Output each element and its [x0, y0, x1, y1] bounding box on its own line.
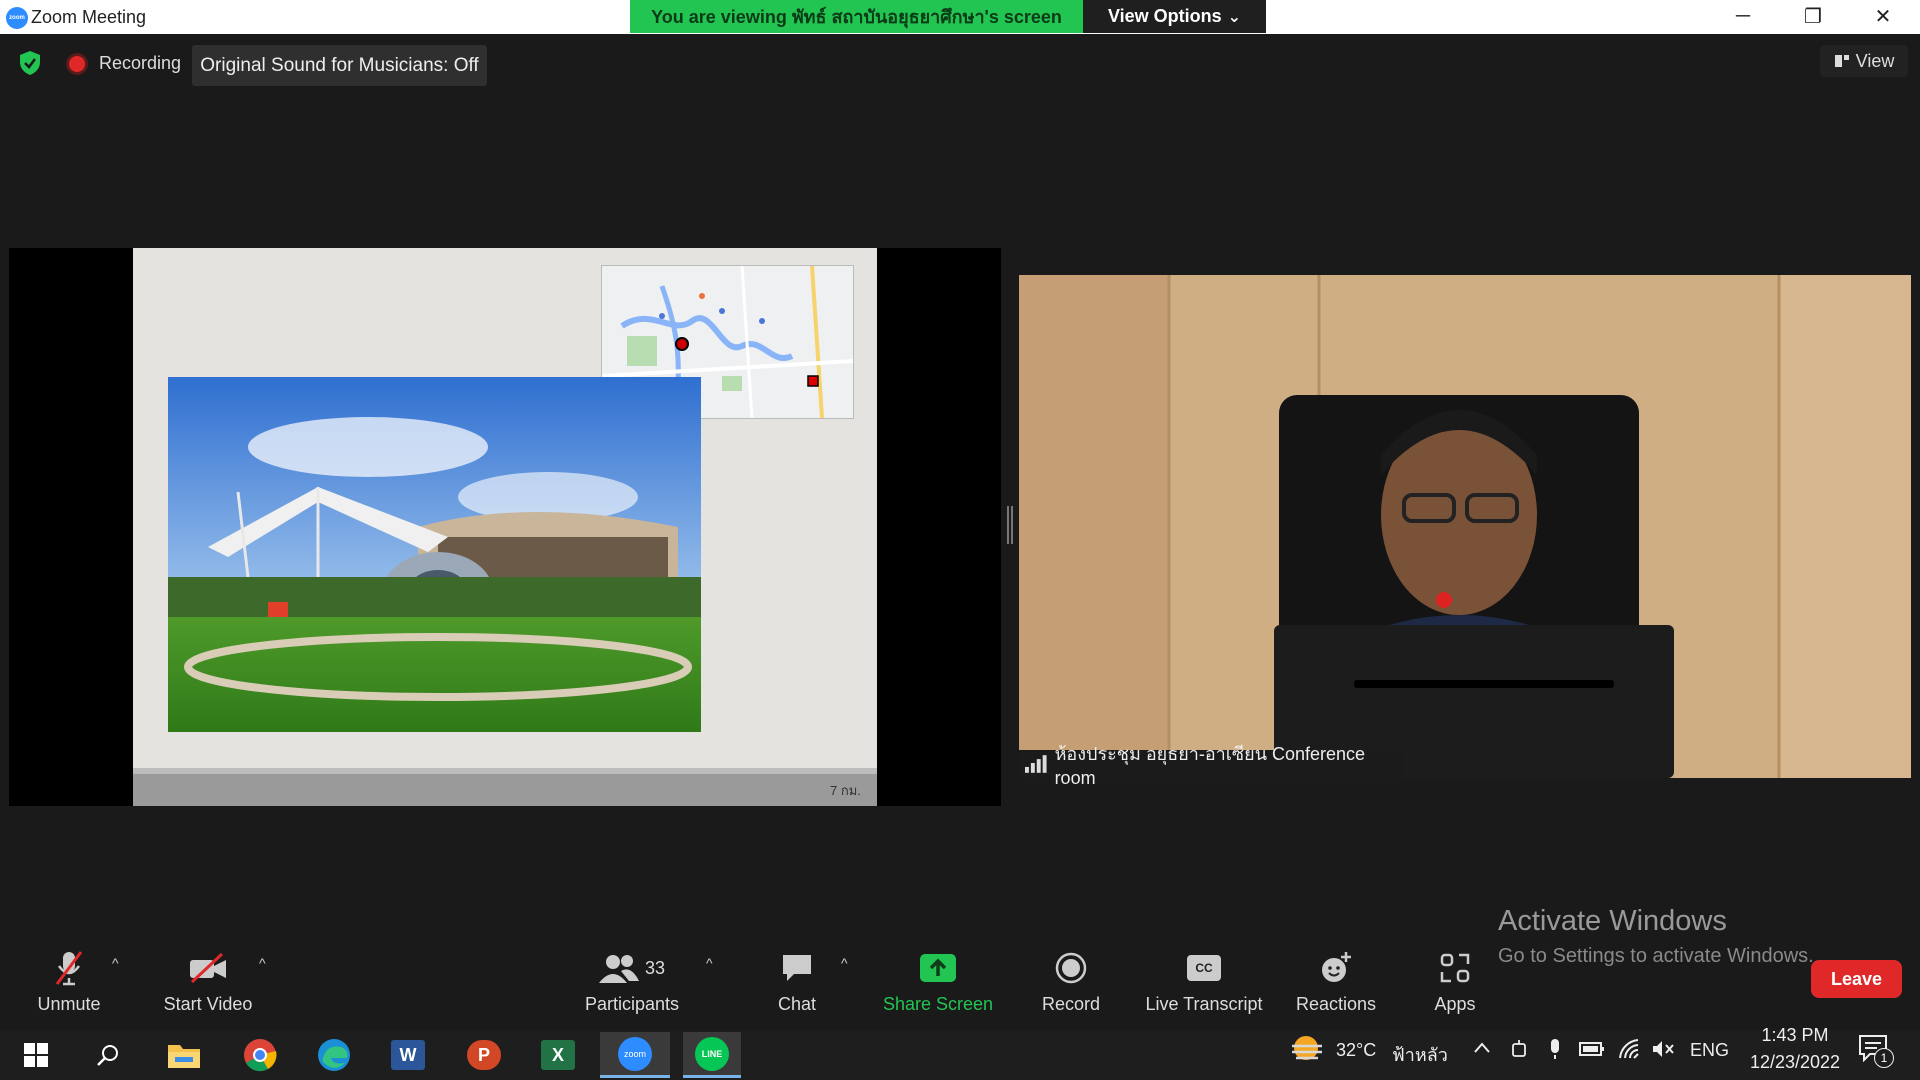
- record-label: Record: [1041, 994, 1101, 1014]
- activate-windows-title: Activate Windows: [1498, 905, 1727, 937]
- zoom-logo-icon: zoom: [6, 7, 28, 29]
- zoom-app-label: zoom: [618, 1036, 652, 1071]
- building-photo: [168, 377, 701, 732]
- participants-icon: [598, 955, 639, 983]
- file-explorer-icon[interactable]: [156, 1032, 212, 1078]
- view-options-label: View Options: [1107, 6, 1222, 26]
- view-button[interactable]: View: [1820, 45, 1908, 77]
- signal-strength-icon: [1025, 755, 1047, 773]
- zoom-taskbar-icon[interactable]: zoom: [600, 1032, 670, 1078]
- line-app-label: LINE: [695, 1036, 729, 1071]
- clock-time[interactable]: 1:43 PM: [1755, 1025, 1835, 1046]
- search-icon[interactable]: [80, 1032, 136, 1078]
- windows-start-icon[interactable]: [8, 1032, 64, 1078]
- word-app-label: W: [391, 1040, 425, 1070]
- start-video-button[interactable]: Start Video: [150, 945, 266, 1015]
- live-transcript-label: Live Transcript: [1145, 994, 1263, 1014]
- smiley-plus-icon: [1322, 952, 1351, 982]
- powerpoint-app-label: P: [467, 1040, 501, 1070]
- apps-button[interactable]: Apps: [1426, 945, 1484, 1015]
- view-options-button[interactable]: View Options ⌄: [1083, 0, 1266, 33]
- audio-options-caret[interactable]: ^: [112, 955, 119, 971]
- excel-app-label: X: [541, 1040, 575, 1070]
- live-transcript-button[interactable]: CC Live Transcript: [1140, 945, 1268, 1015]
- viewing-screen-banner: You are viewing พัทธ์ สถาบันอยุธยาศึกษา'…: [630, 0, 1083, 33]
- original-sound-toggle[interactable]: Original Sound for Musicians: Off: [192, 45, 487, 86]
- notification-center-icon[interactable]: 1: [1858, 1034, 1898, 1074]
- microphone-muted-icon: [55, 951, 83, 986]
- view-button-label: View: [1855, 50, 1895, 71]
- participants-button[interactable]: 33 Participants: [578, 945, 686, 1015]
- reactions-label: Reactions: [1295, 994, 1377, 1014]
- speaker-video[interactable]: [1019, 275, 1911, 778]
- unmute-label: Unmute: [37, 994, 101, 1014]
- wifi-icon[interactable]: [1618, 1038, 1640, 1060]
- powerpoint-icon[interactable]: P: [456, 1032, 512, 1078]
- participants-label: Participants: [584, 994, 680, 1014]
- weather-icon[interactable]: [1288, 1032, 1328, 1066]
- leave-button[interactable]: Leave: [1811, 960, 1902, 998]
- word-icon[interactable]: W: [380, 1032, 436, 1078]
- window-title: Zoom Meeting: [31, 7, 147, 27]
- video-options-caret[interactable]: ^: [259, 955, 266, 971]
- video-off-icon: [190, 952, 226, 984]
- apps-label: Apps: [1434, 994, 1476, 1014]
- chat-bubble-icon: [783, 955, 811, 981]
- share-screen-label: Share Screen: [882, 994, 994, 1014]
- chat-button[interactable]: Chat: [764, 945, 830, 1015]
- meet-now-icon[interactable]: [1511, 1038, 1529, 1060]
- weather-temp[interactable]: 32°C: [1336, 1040, 1376, 1061]
- input-language[interactable]: ENG: [1690, 1040, 1729, 1061]
- encryption-shield-icon[interactable]: [18, 50, 42, 76]
- restore-button[interactable]: ❐: [1781, 0, 1845, 33]
- notification-count: 1: [1874, 1048, 1894, 1068]
- record-button[interactable]: Record: [1030, 945, 1112, 1015]
- share-screen-icon: [920, 954, 956, 982]
- participant-name: ห้องประชุม อยุธยา-อาเซียน Conference roo…: [1054, 744, 1366, 788]
- weather-desc[interactable]: ฟ้าหลัว: [1392, 1040, 1448, 1069]
- start-video-label: Start Video: [163, 994, 253, 1014]
- unmute-button[interactable]: Unmute: [18, 945, 120, 1015]
- minimize-button[interactable]: ─: [1711, 0, 1775, 33]
- chevron-up-icon[interactable]: [1473, 1040, 1491, 1056]
- apps-icon: [1440, 953, 1470, 983]
- layout-icon: [1834, 55, 1849, 67]
- participants-count: 33: [644, 957, 666, 978]
- line-icon[interactable]: LINE: [683, 1032, 741, 1078]
- slide-footer: [133, 768, 877, 806]
- microphone-icon[interactable]: [1547, 1037, 1563, 1061]
- activate-windows-subtitle: Go to Settings to activate Windows.: [1498, 945, 1814, 967]
- excel-icon[interactable]: X: [530, 1032, 586, 1078]
- chat-options-caret[interactable]: ^: [841, 955, 848, 971]
- recording-label[interactable]: Recording: [99, 53, 181, 74]
- close-button[interactable]: ✕: [1851, 0, 1915, 33]
- chevron-down-icon: ⌄: [1227, 8, 1242, 26]
- closed-caption-icon: CC: [1187, 955, 1221, 981]
- chat-label: Chat: [777, 994, 817, 1014]
- edge-icon[interactable]: [306, 1032, 362, 1078]
- reactions-button[interactable]: Reactions: [1292, 945, 1380, 1015]
- battery-icon[interactable]: [1579, 1040, 1605, 1058]
- speaker-muted-icon[interactable]: [1651, 1039, 1675, 1059]
- share-screen-button[interactable]: Share Screen: [880, 945, 996, 1015]
- participants-options-caret[interactable]: ^: [706, 955, 713, 971]
- slide-page-label: 7 กม.: [830, 783, 861, 798]
- record-icon: [1055, 952, 1087, 984]
- participant-name-tag: ห้องประชุม อยุธยา-อาเซียน Conference roo…: [1019, 744, 1404, 788]
- chrome-icon[interactable]: [232, 1032, 288, 1078]
- clock-date[interactable]: 12/23/2022: [1740, 1052, 1850, 1073]
- split-divider-handle[interactable]: [1007, 506, 1013, 544]
- recording-dot-icon: [69, 56, 85, 72]
